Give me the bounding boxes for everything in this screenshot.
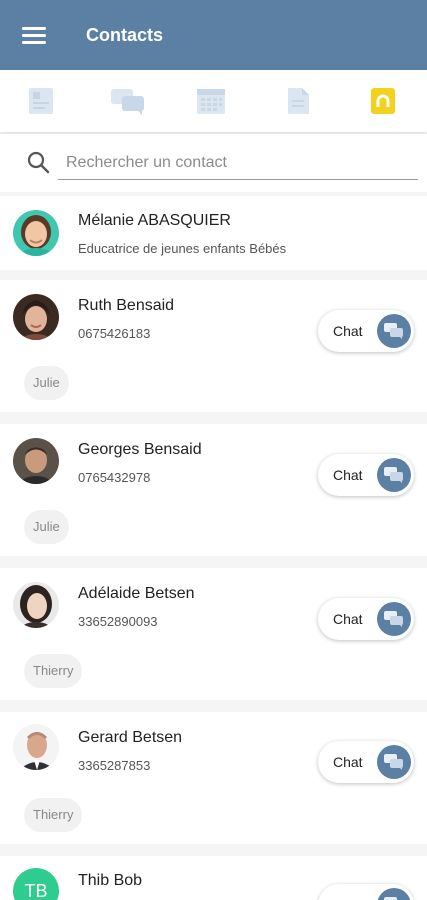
avatar — [13, 294, 59, 340]
app-bar: Contacts — [0, 0, 427, 70]
contact-phone: 0675426183 — [78, 326, 151, 341]
search-icon — [27, 151, 50, 174]
chat-bubble-icon — [377, 458, 411, 492]
contacts-icon[interactable] — [369, 87, 397, 115]
contact-phone: 33652890093 — [78, 614, 158, 629]
contact-phone: 3365287853 — [78, 758, 151, 773]
contact-card[interactable]: Ruth Bensaid 0675426183 Chat Julie — [0, 280, 427, 412]
chat-bubble-icon — [377, 602, 411, 636]
contact-name: Gerard Betsen — [78, 729, 183, 746]
avatar: TB — [13, 868, 59, 900]
module-toolbar — [0, 70, 427, 132]
chat-button[interactable] — [318, 884, 414, 900]
document-icon[interactable] — [284, 87, 312, 115]
avatar — [13, 438, 59, 484]
tag-chip: Thierry — [24, 798, 83, 832]
chat-button[interactable]: Chat — [318, 310, 414, 352]
chat-label: Chat — [333, 467, 363, 483]
contact-name: Georges Bensaid — [78, 441, 202, 458]
contact-role: Educatrice de jeunes enfants Bébés — [78, 241, 287, 256]
chat-label: Chat — [333, 323, 363, 339]
contact-card[interactable]: TB Thib Bob — [0, 856, 427, 900]
chat-button[interactable]: Chat — [318, 741, 414, 783]
contact-name: Mélanie ABASQUIER — [78, 212, 231, 229]
chat-bubble-icon — [377, 745, 411, 779]
contact-card[interactable]: Adélaide Betsen 33652890093 Chat Thierry — [0, 568, 427, 700]
contact-name: Adélaide Betsen — [78, 585, 195, 602]
contact-phone: 0765432978 — [78, 470, 151, 485]
avatar — [13, 724, 59, 770]
contact-name: Ruth Bensaid — [78, 297, 175, 314]
tag-chip: Thierry — [24, 654, 83, 688]
chat-label: Chat — [333, 754, 363, 770]
contact-card[interactable]: Gerard Betsen 3365287853 Chat Thierry — [0, 712, 427, 844]
contact-name: Thib Bob — [78, 872, 143, 889]
menu-icon[interactable] — [22, 27, 46, 45]
calendar-icon[interactable] — [196, 87, 226, 115]
chat-label: Chat — [333, 611, 363, 627]
contact-card[interactable]: Mélanie ABASQUIER Educatrice de jeunes e… — [0, 196, 427, 270]
tag-chip: Julie — [24, 510, 69, 544]
chat-button[interactable]: Chat — [318, 598, 414, 640]
chat-bubble-icon — [377, 888, 411, 900]
contact-card[interactable]: Georges Bensaid 0765432978 Chat Julie — [0, 424, 427, 556]
page-title: Contacts — [86, 25, 164, 45]
tag-chip: Julie — [24, 366, 69, 400]
journal-icon[interactable] — [25, 87, 57, 115]
chat-button[interactable]: Chat — [318, 454, 414, 496]
chat-bubble-icon — [377, 314, 411, 348]
search-input[interactable] — [58, 146, 418, 180]
avatar — [13, 210, 59, 256]
search-bar — [0, 134, 427, 192]
avatar — [13, 582, 59, 628]
chat-icon[interactable] — [110, 87, 146, 115]
